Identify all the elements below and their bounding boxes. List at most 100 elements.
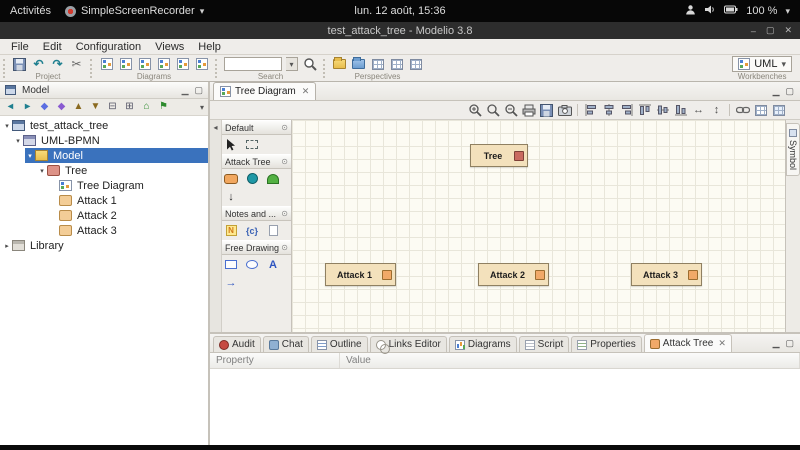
search-button[interactable] <box>302 57 317 71</box>
menu-edit[interactable]: Edit <box>36 41 69 53</box>
line-tool[interactable]: → <box>224 276 238 289</box>
activity-diagram-button[interactable] <box>175 57 190 71</box>
open-perspective-folder-button[interactable] <box>332 57 347 71</box>
model-panel-header[interactable]: Model ▁ ▢ <box>0 82 208 99</box>
align-left-button[interactable] <box>583 103 598 118</box>
node-attack-3[interactable]: Attack 3 <box>631 263 702 286</box>
tree-item-tree-diagram[interactable]: Tree Diagram <box>0 178 208 193</box>
snap-toggle-button[interactable] <box>771 103 786 118</box>
system-status-area[interactable]: 100 % ▾ <box>685 4 800 18</box>
show-links-button[interactable] <box>735 103 750 118</box>
pin-icon[interactable]: ⊙ <box>281 243 288 252</box>
property-table-body[interactable] <box>210 369 800 445</box>
class-diagram-button[interactable] <box>118 57 133 71</box>
tab-chat[interactable]: Chat <box>263 336 309 352</box>
nav-forward-button[interactable]: ▸ <box>21 102 34 112</box>
editor-minimize-button[interactable]: ▁ <box>773 86 780 97</box>
palette-collapse-button[interactable]: ◂ <box>213 123 217 132</box>
palette-section-default[interactable]: Default ⊙ <box>222 120 291 135</box>
editor-maximize-button[interactable]: ▢ <box>785 86 794 97</box>
grid-toggle-button[interactable] <box>753 103 768 118</box>
nav-back-button[interactable]: ◂ <box>4 102 17 112</box>
align-bottom-button[interactable] <box>673 103 688 118</box>
ellipse-tool[interactable] <box>245 258 259 271</box>
redo-button[interactable]: ↷ <box>50 57 65 71</box>
tab-tree-diagram[interactable]: Tree Diagram ✕ <box>213 82 316 100</box>
text-tool[interactable]: A <box>266 258 280 271</box>
tree-item-attack-1[interactable]: Attack 1 <box>0 193 208 208</box>
palette-section-free-drawing[interactable]: Free Drawing ⊙ <box>222 240 291 255</box>
marquee-tool[interactable] <box>245 138 259 151</box>
pin-icon[interactable]: ⊙ <box>281 123 288 132</box>
tree-item-model[interactable]: ▾ Model <box>0 148 208 163</box>
tab-attack-tree[interactable]: Attack Tree ✕ <box>644 334 732 352</box>
note-tool[interactable]: N <box>224 224 238 237</box>
palette-section-attack-tree[interactable]: Attack Tree ⊙ <box>222 154 291 169</box>
window-close-button[interactable]: ✕ <box>784 25 792 36</box>
tree-item-attack-3[interactable]: Attack 3 <box>0 223 208 238</box>
move-down-button[interactable]: ▼ <box>89 102 102 112</box>
sequence-diagram-button[interactable] <box>156 57 171 71</box>
tree-item-tree[interactable]: ▾ Tree <box>0 163 208 178</box>
expander-icon[interactable]: ▸ <box>2 242 12 250</box>
rectangle-tool[interactable] <box>224 258 238 271</box>
tab-properties[interactable]: Properties <box>571 336 642 352</box>
move-up-button[interactable]: ▲ <box>72 102 85 112</box>
tab-symbol[interactable]: Symbol <box>786 123 800 176</box>
window-minimize-button[interactable]: – <box>751 26 756 36</box>
screenshot-button[interactable] <box>557 103 572 118</box>
menu-help[interactable]: Help <box>191 41 228 53</box>
node-badge-red[interactable] <box>514 151 524 161</box>
panel-maximize-button[interactable]: ▢ <box>194 85 203 96</box>
tab-diagrams[interactable]: Diagrams <box>449 336 517 352</box>
close-icon[interactable]: ✕ <box>716 338 726 349</box>
save-button[interactable] <box>12 57 27 71</box>
activities-button[interactable]: Activités <box>10 5 51 17</box>
close-icon[interactable]: ✕ <box>300 86 310 97</box>
window-maximize-button[interactable]: ▢ <box>766 25 775 36</box>
link-tool[interactable]: ↓ <box>224 190 238 203</box>
node-attack-1[interactable]: Attack 1 <box>325 263 396 286</box>
zoom-in-button[interactable] <box>467 103 482 118</box>
search-input[interactable] <box>224 57 282 71</box>
bottom-panel-minimize-button[interactable]: ▁ <box>773 338 780 349</box>
palette-section-notes[interactable]: Notes and ... ⊙ <box>222 206 291 221</box>
perspective-layout-button[interactable] <box>370 57 385 71</box>
node-badge-orange[interactable] <box>688 270 698 280</box>
document-tool[interactable] <box>266 224 280 237</box>
node-badge-orange[interactable] <box>382 270 392 280</box>
expander-icon[interactable]: ▾ <box>2 122 12 130</box>
tab-links-editor[interactable]: Links Editor <box>370 336 447 352</box>
node-tree[interactable]: Tree <box>470 144 528 167</box>
same-height-button[interactable]: ↕ <box>709 103 724 118</box>
column-header-value[interactable]: Value <box>340 353 800 368</box>
select-tool[interactable] <box>224 138 238 151</box>
tab-audit[interactable]: Audit <box>213 336 261 352</box>
or-gate-tool[interactable] <box>266 172 280 185</box>
related-elements-button[interactable]: ◆ <box>38 102 51 112</box>
collapse-all-button[interactable]: ⊟ <box>106 102 119 112</box>
deployment-diagram-button[interactable] <box>194 57 209 71</box>
view-menu-button[interactable]: ▾ <box>200 103 204 112</box>
tab-outline[interactable]: Outline <box>311 336 368 352</box>
align-right-button[interactable] <box>619 103 634 118</box>
cut-button[interactable]: ✂ <box>69 57 84 71</box>
tree-item-uml-bpmn[interactable]: ▾ UML-BPMN <box>0 133 208 148</box>
expander-icon[interactable]: ▾ <box>37 167 47 175</box>
workbench-selector[interactable]: UML ▾ <box>732 56 792 72</box>
same-width-button[interactable]: ↔ <box>691 103 706 118</box>
tree-item-library[interactable]: ▸ Library <box>0 238 208 253</box>
menu-file[interactable]: File <box>4 41 36 53</box>
expander-icon[interactable]: ▾ <box>13 137 23 145</box>
menu-views[interactable]: Views <box>148 41 191 53</box>
undo-button[interactable]: ↶ <box>31 57 46 71</box>
node-attack-2[interactable]: Attack 2 <box>478 263 549 286</box>
perspective-table-button[interactable] <box>408 57 423 71</box>
expander-icon[interactable]: ▾ <box>25 152 35 160</box>
linked-elements-button[interactable]: ◆ <box>55 102 68 112</box>
app-menu-button[interactable]: SimpleScreenRecorder ▾ <box>65 5 204 17</box>
diagram-canvas[interactable]: Tree Attack 1 Attack 2 Attack 3 <box>292 120 785 332</box>
pin-icon[interactable]: ⊙ <box>281 157 288 166</box>
perspective-folder-blue-button[interactable] <box>351 57 366 71</box>
menu-configuration[interactable]: Configuration <box>69 41 148 53</box>
